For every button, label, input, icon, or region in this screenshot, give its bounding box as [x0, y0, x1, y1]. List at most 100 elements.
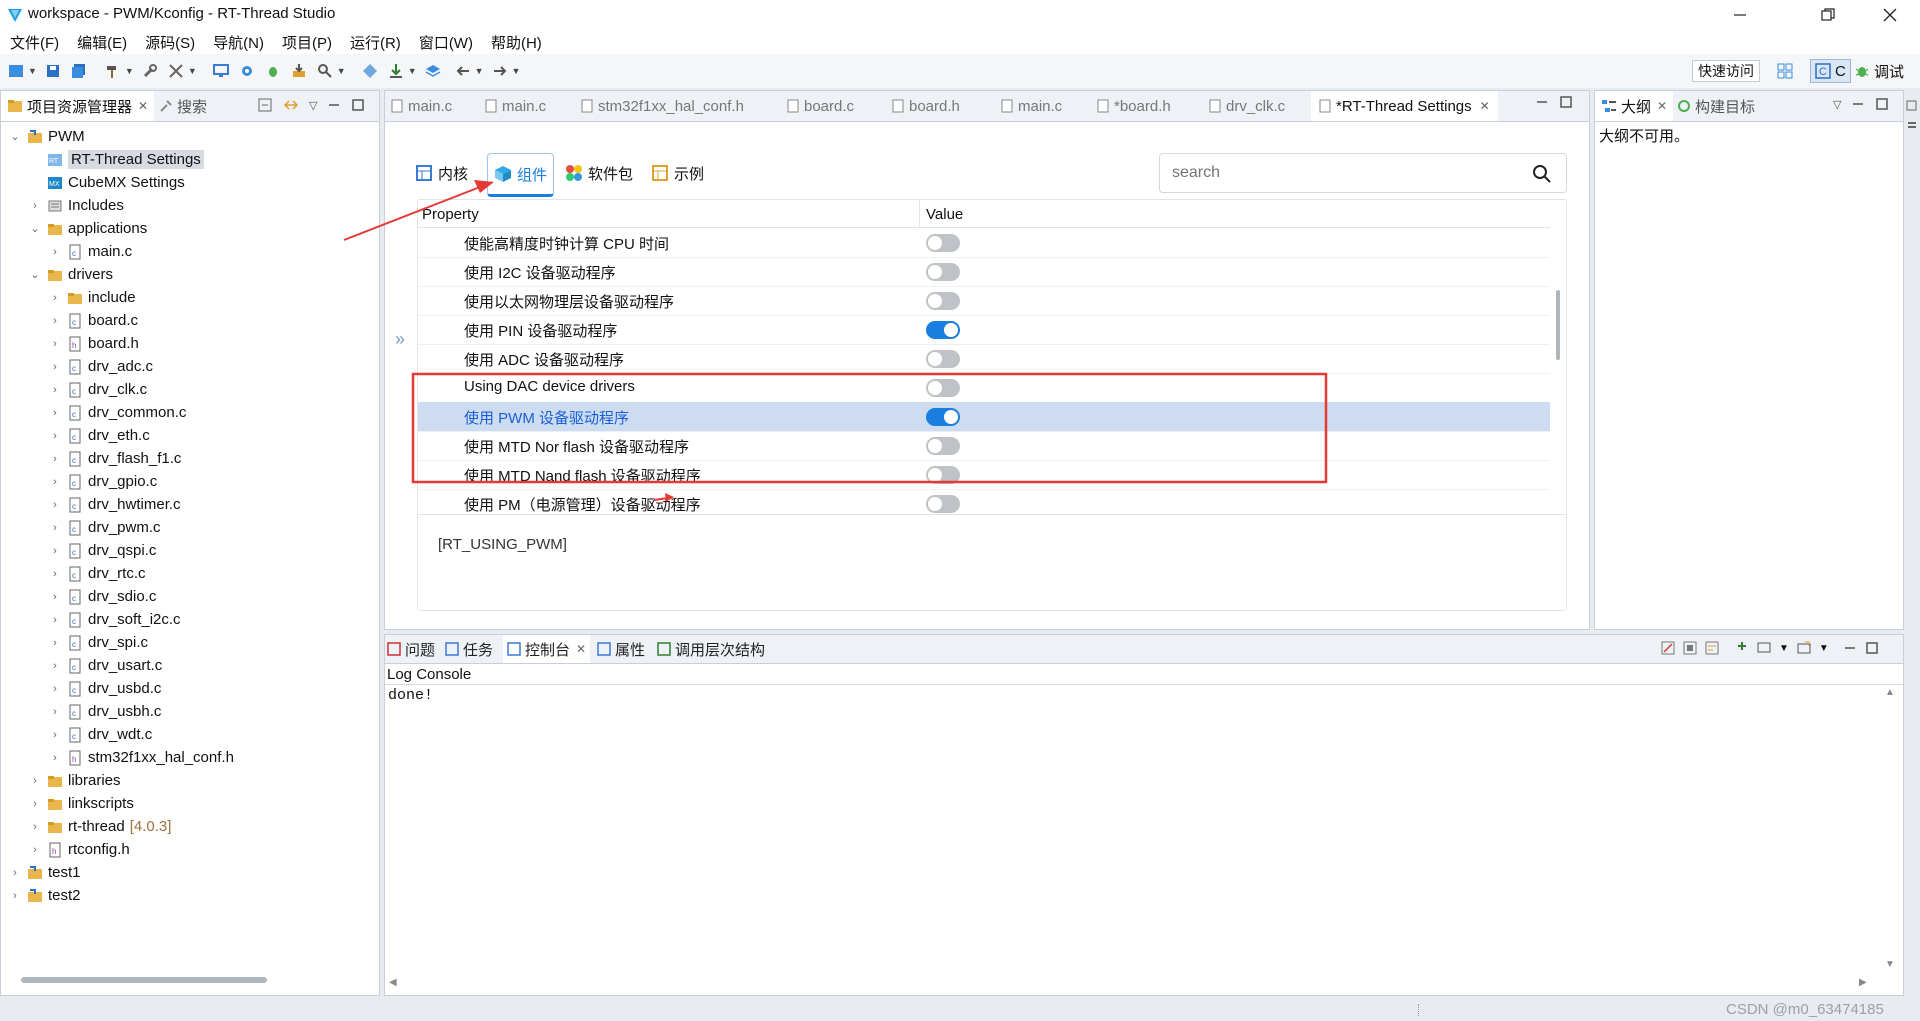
- editor-tab[interactable]: main.c: [485, 91, 546, 121]
- tree-item[interactable]: › rt-thread [4.0.3]: [29, 815, 171, 838]
- tab-search[interactable]: 搜索: [159, 91, 207, 121]
- chevron-right-icon[interactable]: ›: [49, 568, 61, 580]
- close-button[interactable]: [1862, 0, 1918, 30]
- scroll-down-icon[interactable]: ▼: [1885, 959, 1895, 970]
- back-button[interactable]: [453, 61, 473, 81]
- tree-item[interactable]: › libraries: [29, 769, 120, 792]
- editor-tab[interactable]: main.c: [391, 91, 452, 121]
- tree-item[interactable]: › c board.c: [49, 309, 138, 332]
- bottom-tab[interactable]: 问题: [387, 635, 435, 663]
- tree-item[interactable]: › c drv_sdio.c: [49, 585, 156, 608]
- tab-project-explorer[interactable]: 项目资源管理器 ✕: [1, 91, 155, 121]
- tree-item[interactable]: › test2: [9, 884, 80, 907]
- tree-item[interactable]: › linkscripts: [29, 792, 134, 815]
- rebuild-button[interactable]: [140, 61, 160, 81]
- display-console-dropdown-icon[interactable]: ▼: [1779, 643, 1789, 654]
- chevron-right-icon[interactable]: ›: [49, 430, 61, 442]
- editor-tab[interactable]: main.c: [1001, 91, 1062, 121]
- tree-item[interactable]: › c drv_usbh.c: [49, 700, 161, 723]
- tree-item[interactable]: › c drv_rtc.c: [49, 562, 145, 585]
- chevron-right-icon[interactable]: ›: [49, 338, 61, 350]
- property-toggle[interactable]: [926, 234, 960, 252]
- editor-tab[interactable]: *board.h: [1097, 91, 1171, 121]
- build-button[interactable]: [103, 61, 123, 81]
- chevron-right-icon[interactable]: ›: [29, 775, 41, 787]
- tree-item[interactable]: › c drv_adc.c: [49, 355, 153, 378]
- property-row[interactable]: 使用 ADC 设备驱动程序: [418, 344, 1550, 374]
- close-outline-icon[interactable]: ✕: [1657, 99, 1667, 113]
- open-console-icon[interactable]: [1797, 641, 1811, 655]
- property-row[interactable]: Using DAC device drivers: [418, 373, 1550, 403]
- chevron-right-icon[interactable]: ›: [9, 890, 21, 902]
- chevron-right-icon[interactable]: ›: [49, 522, 61, 534]
- search-toolbar-button[interactable]: [315, 61, 335, 81]
- tree-item[interactable]: › c drv_gpio.c: [49, 470, 157, 493]
- property-toggle[interactable]: [926, 292, 960, 310]
- tree-item[interactable]: › c main.c: [49, 240, 132, 263]
- scroll-right-icon[interactable]: ▶: [1859, 977, 1867, 988]
- chevron-right-icon[interactable]: ›: [29, 200, 41, 212]
- chevron-right-icon[interactable]: ›: [49, 545, 61, 557]
- editor-tab[interactable]: board.c: [787, 91, 854, 121]
- tree-item[interactable]: MX CubeMX Settings: [29, 171, 185, 194]
- chevron-right-icon[interactable]: ›: [49, 660, 61, 672]
- property-vertical-scrollbar[interactable]: [1553, 230, 1563, 514]
- property-row[interactable]: 使用 MTD Nor flash 设备驱动程序: [418, 431, 1550, 461]
- tree-item[interactable]: › c drv_usbd.c: [49, 677, 161, 700]
- editor-tab[interactable]: drv_clk.c: [1209, 91, 1285, 121]
- chevron-right-icon[interactable]: ›: [49, 246, 61, 258]
- scroll-lock-icon[interactable]: [1683, 641, 1697, 655]
- chevron-right-icon[interactable]: ›: [49, 752, 61, 764]
- save-all-button[interactable]: [69, 61, 89, 81]
- view-menu-icon[interactable]: ▽: [309, 99, 317, 112]
- chevron-down-icon[interactable]: ⌄: [9, 130, 21, 143]
- console-vertical-scrollbar[interactable]: ▲ ▼: [1881, 687, 1901, 977]
- forward-button[interactable]: [490, 61, 510, 81]
- search-icon[interactable]: [1532, 164, 1552, 184]
- sdk-button[interactable]: [360, 61, 380, 81]
- flash-button[interactable]: [386, 61, 406, 81]
- chevron-right-icon[interactable]: ›: [49, 476, 61, 488]
- chevron-right-icon[interactable]: ›: [9, 867, 21, 879]
- minimize-outline-icon[interactable]: [1851, 97, 1865, 111]
- monitor-button[interactable]: [211, 61, 231, 81]
- tree-item[interactable]: › h stm32f1xx_hal_conf.h: [49, 746, 234, 769]
- tree-item[interactable]: › c drv_spi.c: [49, 631, 148, 654]
- menu-source[interactable]: 源码(S): [145, 32, 195, 53]
- tab-build-targets[interactable]: 构建目标: [1677, 91, 1755, 121]
- tree-item[interactable]: › c drv_clk.c: [49, 378, 147, 401]
- bottom-tab[interactable]: 任务: [445, 635, 493, 663]
- scroll-up-icon[interactable]: ▲: [1885, 687, 1895, 698]
- clean-button[interactable]: [166, 61, 186, 81]
- open-perspective-button[interactable]: [1776, 62, 1794, 80]
- pin-console-icon[interactable]: [1735, 641, 1749, 655]
- property-row[interactable]: 使用 MTD Nand flash 设备驱动程序: [418, 460, 1550, 490]
- menu-window[interactable]: 窗口(W): [419, 32, 473, 53]
- chevron-right-icon[interactable]: ›: [49, 453, 61, 465]
- chevron-right-icon[interactable]: ›: [29, 798, 41, 810]
- chevron-right-icon[interactable]: ›: [49, 292, 61, 304]
- tree-item[interactable]: › h rtconfig.h: [29, 838, 130, 861]
- tree-item[interactable]: › include: [49, 286, 135, 309]
- property-toggle[interactable]: [926, 495, 960, 513]
- console-horizontal-scrollbar[interactable]: ◀ ▶: [385, 975, 1881, 995]
- tree-item[interactable]: › h board.h: [49, 332, 139, 355]
- maximize-outline-icon[interactable]: [1875, 97, 1889, 111]
- property-row[interactable]: 使用 I2C 设备驱动程序: [418, 257, 1550, 287]
- close-tab-icon[interactable]: ✕: [138, 99, 148, 113]
- tree-item[interactable]: ⌄ PWM: [9, 125, 84, 148]
- tree-item[interactable]: › c drv_hwtimer.c: [49, 493, 180, 516]
- link-editor-icon[interactable]: [283, 97, 299, 113]
- chevron-right-icon[interactable]: ›: [49, 407, 61, 419]
- tree-item[interactable]: › test1: [9, 861, 80, 884]
- debug-perspective-button[interactable]: 调试: [1854, 60, 1904, 82]
- tree-item[interactable]: › c drv_qspi.c: [49, 539, 156, 562]
- minimize-button[interactable]: [1712, 0, 1768, 30]
- settings-tab[interactable]: 组件: [487, 153, 555, 197]
- chevron-right-icon[interactable]: ›: [49, 384, 61, 396]
- config-button[interactable]: [237, 61, 257, 81]
- expand-sidebar-icon[interactable]: »: [395, 329, 405, 350]
- menu-edit[interactable]: 编辑(E): [77, 32, 127, 53]
- chevron-right-icon[interactable]: ›: [49, 361, 61, 373]
- restore-trim-icon[interactable]: [1906, 100, 1918, 112]
